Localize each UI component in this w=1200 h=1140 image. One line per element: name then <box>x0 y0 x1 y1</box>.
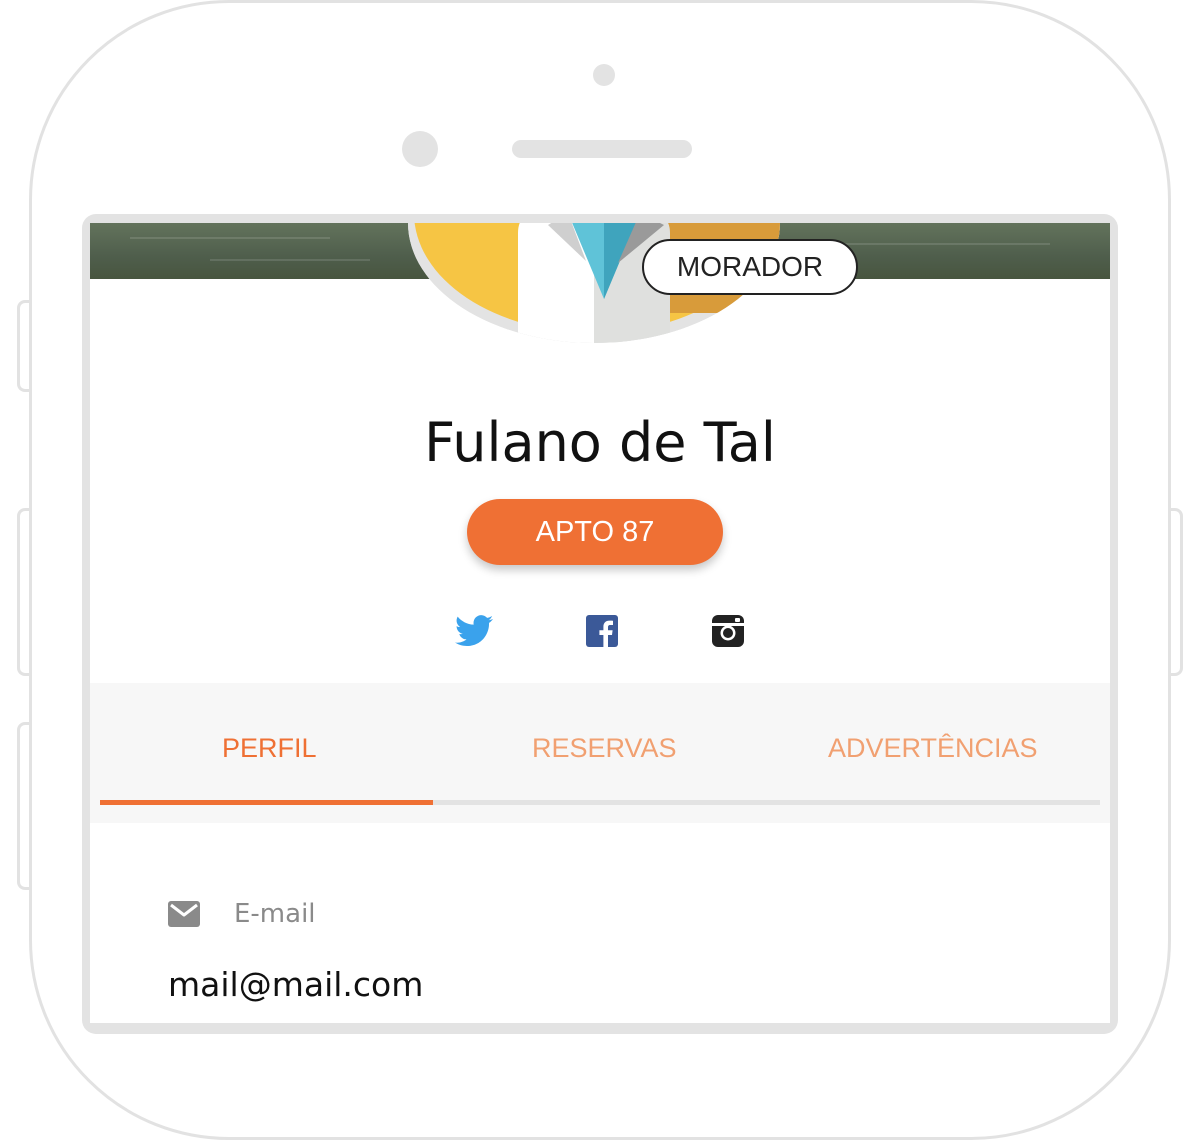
email-label: E-mail <box>234 899 316 929</box>
phone-front-camera <box>402 131 438 167</box>
tab-active-indicator <box>100 800 433 805</box>
phone-power-button <box>1171 508 1183 676</box>
twitter-button[interactable] <box>454 611 494 651</box>
facebook-button[interactable] <box>582 611 622 651</box>
apartment-badge: APTO 87 <box>467 499 723 565</box>
mail-icon <box>168 901 200 927</box>
app-screen: MORADOR Fulano de Tal APTO 87 PERFIL RES… <box>90 223 1110 1023</box>
twitter-icon <box>455 615 493 647</box>
phone-volume-down-button <box>17 722 29 890</box>
instagram-icon <box>712 615 744 647</box>
tab-reservas[interactable]: RESERVAS <box>532 733 677 764</box>
phone-volume-up-button <box>17 508 29 676</box>
tab-perfil[interactable]: PERFIL <box>222 733 317 764</box>
phone-mute-button <box>17 300 29 392</box>
email-value[interactable]: mail@mail.com <box>168 965 423 1004</box>
facebook-icon <box>586 615 618 647</box>
phone-sensor <box>593 64 615 86</box>
tab-advertencias[interactable]: ADVERTÊNCIAS <box>828 733 1038 764</box>
user-name: Fulano de Tal <box>424 411 776 474</box>
instagram-button[interactable] <box>708 611 748 651</box>
role-badge: MORADOR <box>642 239 858 295</box>
phone-speaker <box>512 140 692 158</box>
